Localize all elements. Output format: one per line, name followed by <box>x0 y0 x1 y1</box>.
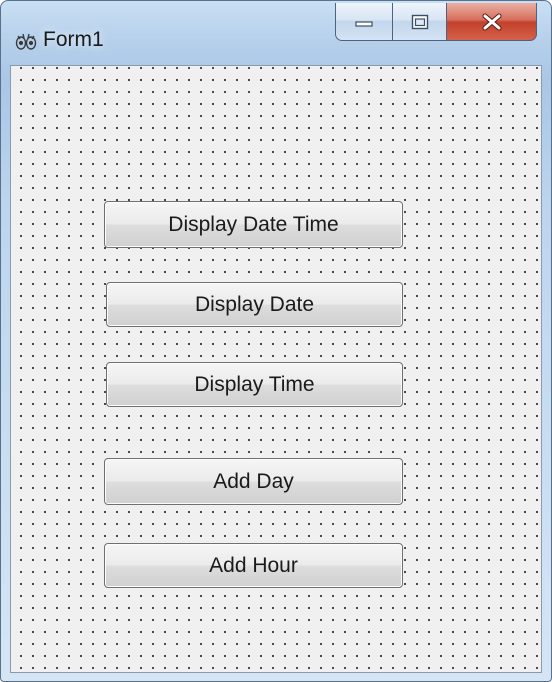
maximize-button[interactable] <box>393 3 447 41</box>
display-date-time-button[interactable]: Display Date Time <box>104 201 403 248</box>
minimize-icon <box>355 20 373 27</box>
close-icon <box>482 13 501 30</box>
display-time-button[interactable]: Display Time <box>106 362 403 407</box>
form-window: Form1 Display Date Time Display Date Dis… <box>0 0 552 682</box>
add-day-button[interactable]: Add Day <box>104 458 403 505</box>
close-button[interactable] <box>447 3 537 41</box>
lazarus-paw-icon[interactable] <box>15 31 37 53</box>
form-design-surface[interactable]: Display Date Time Display Date Display T… <box>10 65 542 673</box>
add-hour-button[interactable]: Add Hour <box>104 543 403 588</box>
display-date-button[interactable]: Display Date <box>106 282 403 327</box>
maximize-icon <box>411 14 428 29</box>
title-bar[interactable]: Form1 <box>1 1 551 63</box>
minimize-button[interactable] <box>335 3 393 41</box>
window-title: Form1 <box>43 28 104 51</box>
caption-buttons <box>335 3 537 43</box>
